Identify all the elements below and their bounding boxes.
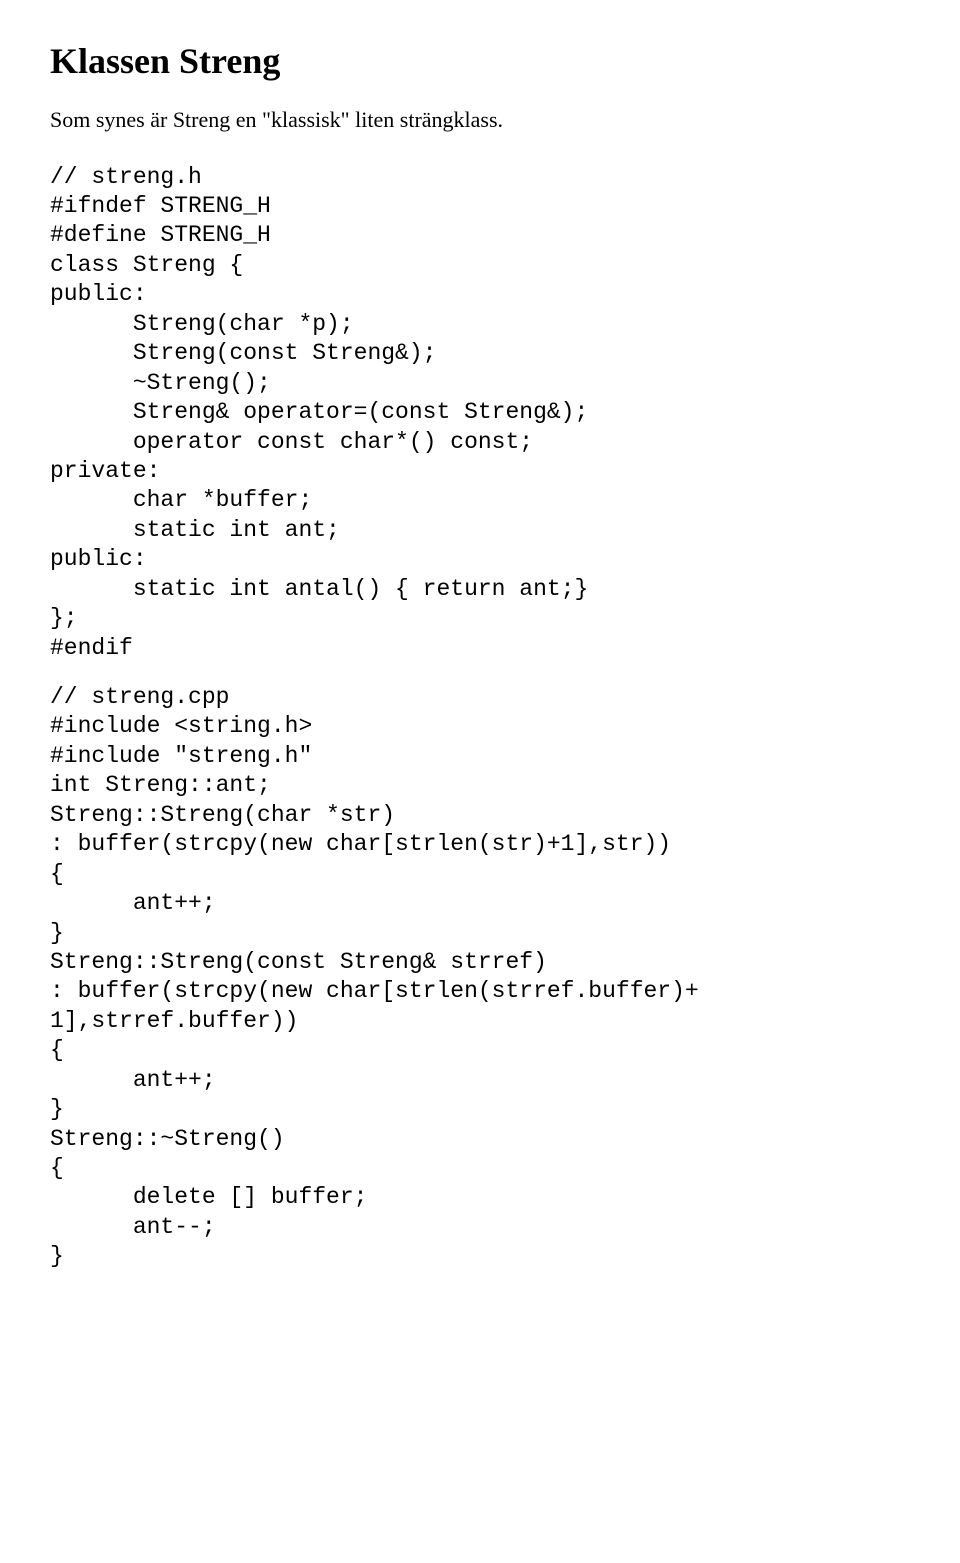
code-block-impl: // streng.cpp #include <string.h> #inclu… xyxy=(50,683,910,1272)
code-block-header: // streng.h #ifndef STRENG_H #define STR… xyxy=(50,163,910,663)
page-title: Klassen Streng xyxy=(50,40,910,82)
code-spacer xyxy=(50,663,910,683)
intro-paragraph: Som synes är Streng en "klassisk" liten … xyxy=(50,106,910,135)
